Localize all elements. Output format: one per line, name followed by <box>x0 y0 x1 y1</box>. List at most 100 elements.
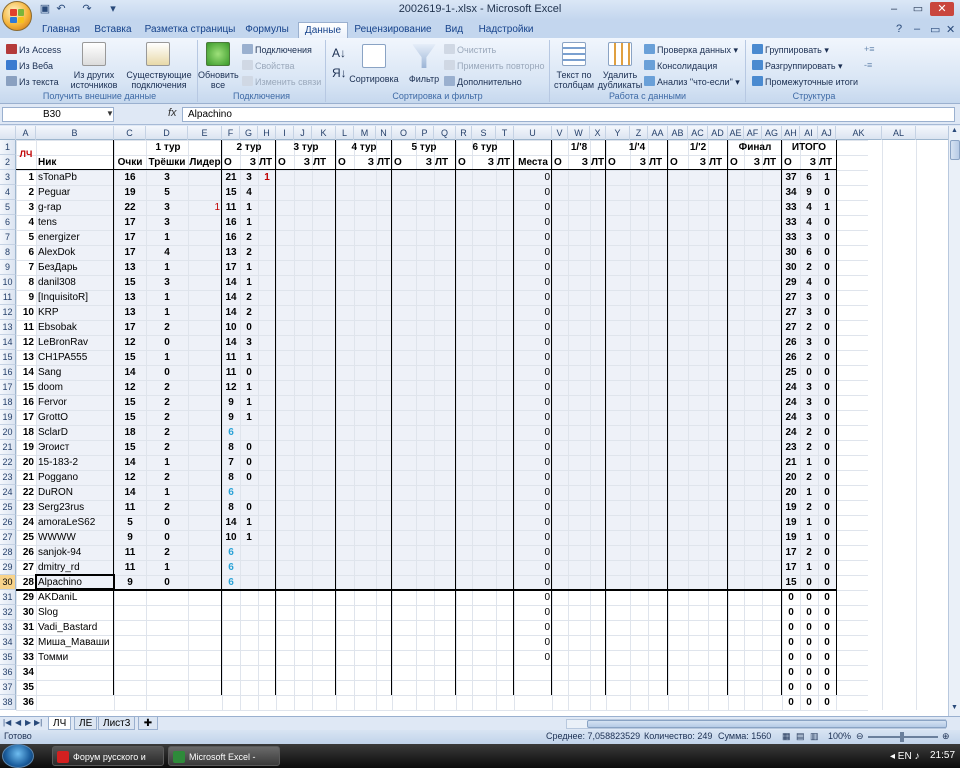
row-header[interactable]: 15 <box>0 350 16 365</box>
tour2-o-cell[interactable]: 11 <box>222 350 240 365</box>
total-o-cell[interactable]: 37 <box>782 170 800 185</box>
tour2-lt-cell[interactable] <box>258 185 276 200</box>
total-o-cell[interactable]: 0 <box>782 605 800 620</box>
places-cell[interactable]: 0 <box>514 620 552 635</box>
places-cell[interactable]: 0 <box>514 290 552 305</box>
tour2-o-cell[interactable]: 11 <box>222 200 240 215</box>
column-header-ae[interactable]: AE <box>728 126 744 140</box>
tour2-lt-cell[interactable] <box>258 410 276 425</box>
points-cell[interactable]: 14 <box>114 455 146 470</box>
leader-cell[interactable] <box>188 410 222 425</box>
places-cell[interactable]: 0 <box>514 485 552 500</box>
row-header[interactable]: 7 <box>0 230 16 245</box>
total-o-cell[interactable]: 34 <box>782 185 800 200</box>
tour2-z-cell[interactable]: 4 <box>240 185 258 200</box>
doc-restore-icon[interactable]: ▭ <box>930 23 940 36</box>
total-z-cell[interactable]: 2 <box>800 470 818 485</box>
points-cell[interactable] <box>114 620 146 635</box>
leader-cell[interactable] <box>188 515 222 530</box>
places-cell[interactable]: 0 <box>514 425 552 440</box>
ungroup-button[interactable]: Разгруппировать ▾ <box>752 60 843 72</box>
tour2-o-cell[interactable]: 14 <box>222 515 240 530</box>
row-header[interactable]: 6 <box>0 215 16 230</box>
column-header-e[interactable]: E <box>188 126 222 140</box>
tour2-z-cell[interactable] <box>240 635 258 650</box>
places-cell[interactable]: 0 <box>514 650 552 665</box>
first-sheet-icon[interactable]: |◀ <box>3 718 11 727</box>
threes-cell[interactable]: 3 <box>146 275 188 290</box>
nick-cell[interactable]: GrottO <box>38 410 114 425</box>
leader-cell[interactable] <box>188 665 222 680</box>
total-z-cell[interactable]: 1 <box>800 560 818 575</box>
total-z-cell[interactable]: 2 <box>800 500 818 515</box>
tour2-z-cell[interactable]: 1 <box>240 215 258 230</box>
threes-cell[interactable]: 1 <box>146 485 188 500</box>
threes-cell[interactable]: 0 <box>146 575 188 590</box>
places-cell[interactable]: 0 <box>514 470 552 485</box>
threes-cell[interactable]: 3 <box>146 215 188 230</box>
total-lt-cell[interactable]: 0 <box>818 380 836 395</box>
nick-cell[interactable]: Томми <box>38 650 114 665</box>
total-lt-cell[interactable]: 0 <box>818 245 836 260</box>
scroll-down-icon[interactable]: ▼ <box>951 704 958 711</box>
leader-cell[interactable] <box>188 635 222 650</box>
column-header-f[interactable]: F <box>222 126 240 140</box>
leader-cell[interactable] <box>188 560 222 575</box>
points-cell[interactable]: 15 <box>114 395 146 410</box>
tour2-lt-cell[interactable] <box>258 395 276 410</box>
threes-cell[interactable] <box>146 650 188 665</box>
nick-cell[interactable]: Fervor <box>38 395 114 410</box>
column-header-aa[interactable]: AA <box>648 126 668 140</box>
sheet-tab-lch[interactable]: ЛЧ <box>48 717 72 730</box>
column-header-s[interactable]: S <box>472 126 496 140</box>
tour2-o-cell[interactable]: 17 <box>222 260 240 275</box>
threes-cell[interactable]: 1 <box>146 305 188 320</box>
total-o-cell[interactable]: 33 <box>782 215 800 230</box>
leader-cell[interactable] <box>188 365 222 380</box>
tab-formulas[interactable]: Формулы <box>242 22 292 38</box>
total-lt-cell[interactable]: 0 <box>818 260 836 275</box>
total-o-cell[interactable]: 19 <box>782 500 800 515</box>
leader-cell[interactable] <box>188 425 222 440</box>
column-header-i[interactable]: I <box>276 126 294 140</box>
hide-detail-icon[interactable]: -≡ <box>864 60 872 71</box>
column-header-q[interactable]: Q <box>434 126 456 140</box>
total-z-cell[interactable]: 3 <box>800 290 818 305</box>
total-lt-cell[interactable]: 0 <box>818 620 836 635</box>
tour2-lt-cell[interactable] <box>258 245 276 260</box>
tour2-lt-cell[interactable] <box>258 485 276 500</box>
nick-cell[interactable]: БезДарь <box>38 260 114 275</box>
total-o-cell[interactable]: 24 <box>782 425 800 440</box>
nick-cell[interactable]: doom <box>38 380 114 395</box>
places-cell[interactable]: 0 <box>514 635 552 650</box>
threes-cell[interactable]: 1 <box>146 350 188 365</box>
total-o-cell[interactable]: 33 <box>782 230 800 245</box>
total-z-cell[interactable]: 0 <box>800 680 818 695</box>
doc-close-icon[interactable]: ✕ <box>946 23 955 36</box>
total-lt-cell[interactable]: 0 <box>818 365 836 380</box>
column-header-z[interactable]: Z <box>630 126 648 140</box>
row-header[interactable]: 35 <box>0 650 16 665</box>
leader-cell[interactable] <box>188 230 222 245</box>
sort-az-icon[interactable]: A↓ <box>332 47 346 59</box>
total-z-cell[interactable]: 3 <box>800 305 818 320</box>
places-cell[interactable]: 0 <box>514 530 552 545</box>
leader-cell[interactable] <box>188 605 222 620</box>
tour2-z-cell[interactable]: 1 <box>240 200 258 215</box>
leader-cell[interactable] <box>188 695 222 710</box>
leader-cell[interactable] <box>188 680 222 695</box>
points-cell[interactable]: 13 <box>114 260 146 275</box>
threes-cell[interactable]: 1 <box>146 560 188 575</box>
leader-cell[interactable] <box>188 530 222 545</box>
tour2-o-cell[interactable] <box>222 680 240 695</box>
subtotal-button[interactable]: Промежуточные итоги <box>752 76 858 88</box>
places-cell[interactable]: 0 <box>514 560 552 575</box>
row-header[interactable]: 5 <box>0 200 16 215</box>
total-z-cell[interactable]: 4 <box>800 275 818 290</box>
column-header-b[interactable]: B <box>36 126 114 140</box>
row-header[interactable]: 34 <box>0 635 16 650</box>
nick-cell[interactable]: Vadi_Bastard <box>38 620 114 635</box>
total-o-cell[interactable]: 0 <box>782 695 800 710</box>
row-header[interactable]: 10 <box>0 275 16 290</box>
row-header[interactable]: 31 <box>0 590 16 605</box>
